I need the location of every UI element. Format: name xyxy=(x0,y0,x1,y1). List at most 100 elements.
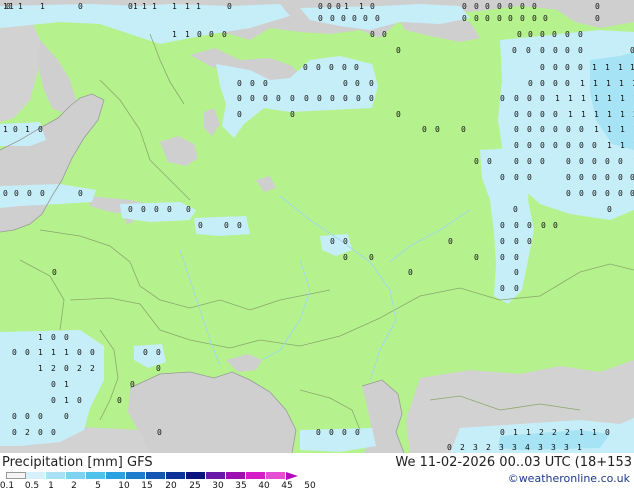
precip-value-label: 0 xyxy=(526,46,531,55)
precip-value-label: 0 xyxy=(370,2,375,11)
precip-value-label: 3 xyxy=(551,443,556,452)
precip-value-label: 0 xyxy=(51,380,56,389)
precip-value-label: 0 xyxy=(541,221,546,230)
precip-value-label: 0 xyxy=(237,94,242,103)
precip-value-label: 1 xyxy=(51,348,56,357)
precip-value-label: 0 xyxy=(227,2,232,11)
precip-value-label: 1 xyxy=(579,428,584,437)
precip-value-label: 1 xyxy=(605,63,610,72)
precip-value-label: 0 xyxy=(77,348,82,357)
precip-value-label: 1 xyxy=(25,125,30,134)
precip-value-label: 3 xyxy=(564,443,569,452)
precip-value-label: 0 xyxy=(342,428,347,437)
precip-value-label: 0 xyxy=(566,125,571,134)
precip-value-label: 1 xyxy=(592,428,597,437)
color-swatch xyxy=(126,472,146,479)
precip-value-label: 1 xyxy=(607,94,612,103)
precip-value-label: 0 xyxy=(154,205,159,214)
precip-value-label: 1 xyxy=(185,2,190,11)
precip-value-label: 0 xyxy=(354,63,359,72)
precip-value-label: 1 xyxy=(577,443,582,452)
precip-value-label: 1 xyxy=(196,2,201,11)
precip-value-label: 3 xyxy=(499,443,504,452)
precip-value-label: 0 xyxy=(517,30,522,39)
site-credit[interactable]: ©weatheronline.co.uk xyxy=(508,472,630,485)
precip-value-label: 0 xyxy=(497,14,502,23)
precip-value-label: 0 xyxy=(336,2,341,11)
precip-value-label: 0 xyxy=(408,268,413,277)
precip-value-label: 1 xyxy=(568,94,573,103)
precip-value-label: 1 xyxy=(620,110,625,119)
precip-value-label: 0 xyxy=(497,2,502,11)
precip-value-label: 0 xyxy=(553,46,558,55)
precip-value-label: 0 xyxy=(369,253,374,262)
precip-value-label: 0 xyxy=(462,14,467,23)
precip-value-label: 0 xyxy=(540,79,545,88)
precip-value-label: 0 xyxy=(500,94,505,103)
precip-value-label: 0 xyxy=(3,189,8,198)
precip-value-label: 0 xyxy=(342,63,347,72)
precip-value-label: 3 xyxy=(538,443,543,452)
precip-value-label: 0 xyxy=(64,333,69,342)
precip-value-label: 2 xyxy=(25,428,30,437)
precip-value-label: 0 xyxy=(12,348,17,357)
precip-value-label: 0 xyxy=(222,30,227,39)
precip-value-label: 0 xyxy=(592,189,597,198)
precip-value-label: 0 xyxy=(500,237,505,246)
precip-value-label: 0 xyxy=(329,63,334,72)
precip-value-label: 0 xyxy=(435,125,440,134)
precip-value-label: 0 xyxy=(520,2,525,11)
precip-value-label: 2 xyxy=(539,428,544,437)
precip-value-label: 2 xyxy=(51,364,56,373)
precip-value-label: 0 xyxy=(514,125,519,134)
precip-value-label: 2 xyxy=(552,428,557,437)
precip-value-label: 0 xyxy=(303,63,308,72)
precip-value-label: 0 xyxy=(487,157,492,166)
precip-value-label: 1 xyxy=(620,141,625,150)
color-swatch xyxy=(146,472,166,479)
precip-value-label: 1 xyxy=(40,2,45,11)
precip-value-label: 0 xyxy=(566,173,571,182)
forecast-datetime: We 11-02-2026 00..03 UTC (18+153 xyxy=(395,455,632,470)
precip-value-label: 1 xyxy=(580,79,585,88)
legend-title: Precipitation [mm] GFS xyxy=(2,455,153,470)
precip-value-label: 0 xyxy=(38,125,43,134)
precip-value-label: 0 xyxy=(578,30,583,39)
precip-value-label: 0 xyxy=(514,284,519,293)
precip-value-label: 0 xyxy=(237,221,242,230)
precip-value-label: 0 xyxy=(77,396,82,405)
precip-value-label: 0 xyxy=(605,189,610,198)
color-scale-bar xyxy=(6,471,298,480)
precip-value-label: 1 xyxy=(592,63,597,72)
precip-value-label: 0 xyxy=(500,253,505,262)
precip-value-label: 1 xyxy=(172,30,177,39)
precip-value-label: 1 xyxy=(133,2,138,11)
precip-value-label: 0 xyxy=(592,141,597,150)
precip-value-label: 0 xyxy=(513,205,518,214)
precip-value-label: 0 xyxy=(527,125,532,134)
precip-value-label: 0 xyxy=(167,205,172,214)
precip-value-label: 0 xyxy=(520,14,525,23)
precip-value-label: 0 xyxy=(618,189,623,198)
precip-value-label: 0 xyxy=(592,173,597,182)
precip-value-label: 0 xyxy=(304,94,309,103)
precip-value-label: 0 xyxy=(605,157,610,166)
precip-value-label: 0 xyxy=(540,157,545,166)
legend-model-text: GFS xyxy=(127,455,153,470)
color-swatch xyxy=(226,472,246,479)
precip-value-label: 1 xyxy=(620,94,625,103)
color-swatch xyxy=(86,472,106,479)
precip-value-label: 0 xyxy=(553,63,558,72)
precip-value-label: 3 xyxy=(512,443,517,452)
precip-value-label: 0 xyxy=(605,428,610,437)
precip-value-label: 0 xyxy=(540,125,545,134)
precip-value-label: 2 xyxy=(565,428,570,437)
precip-value-label: 0 xyxy=(198,221,203,230)
precip-value-label: 0 xyxy=(514,268,519,277)
precip-value-label: 0 xyxy=(527,221,532,230)
color-swatch xyxy=(66,472,86,479)
precip-value-label: 1 xyxy=(64,380,69,389)
precip-value-label: 0 xyxy=(618,173,623,182)
precip-value-label: 0 xyxy=(540,110,545,119)
precip-value-label: 0 xyxy=(500,173,505,182)
